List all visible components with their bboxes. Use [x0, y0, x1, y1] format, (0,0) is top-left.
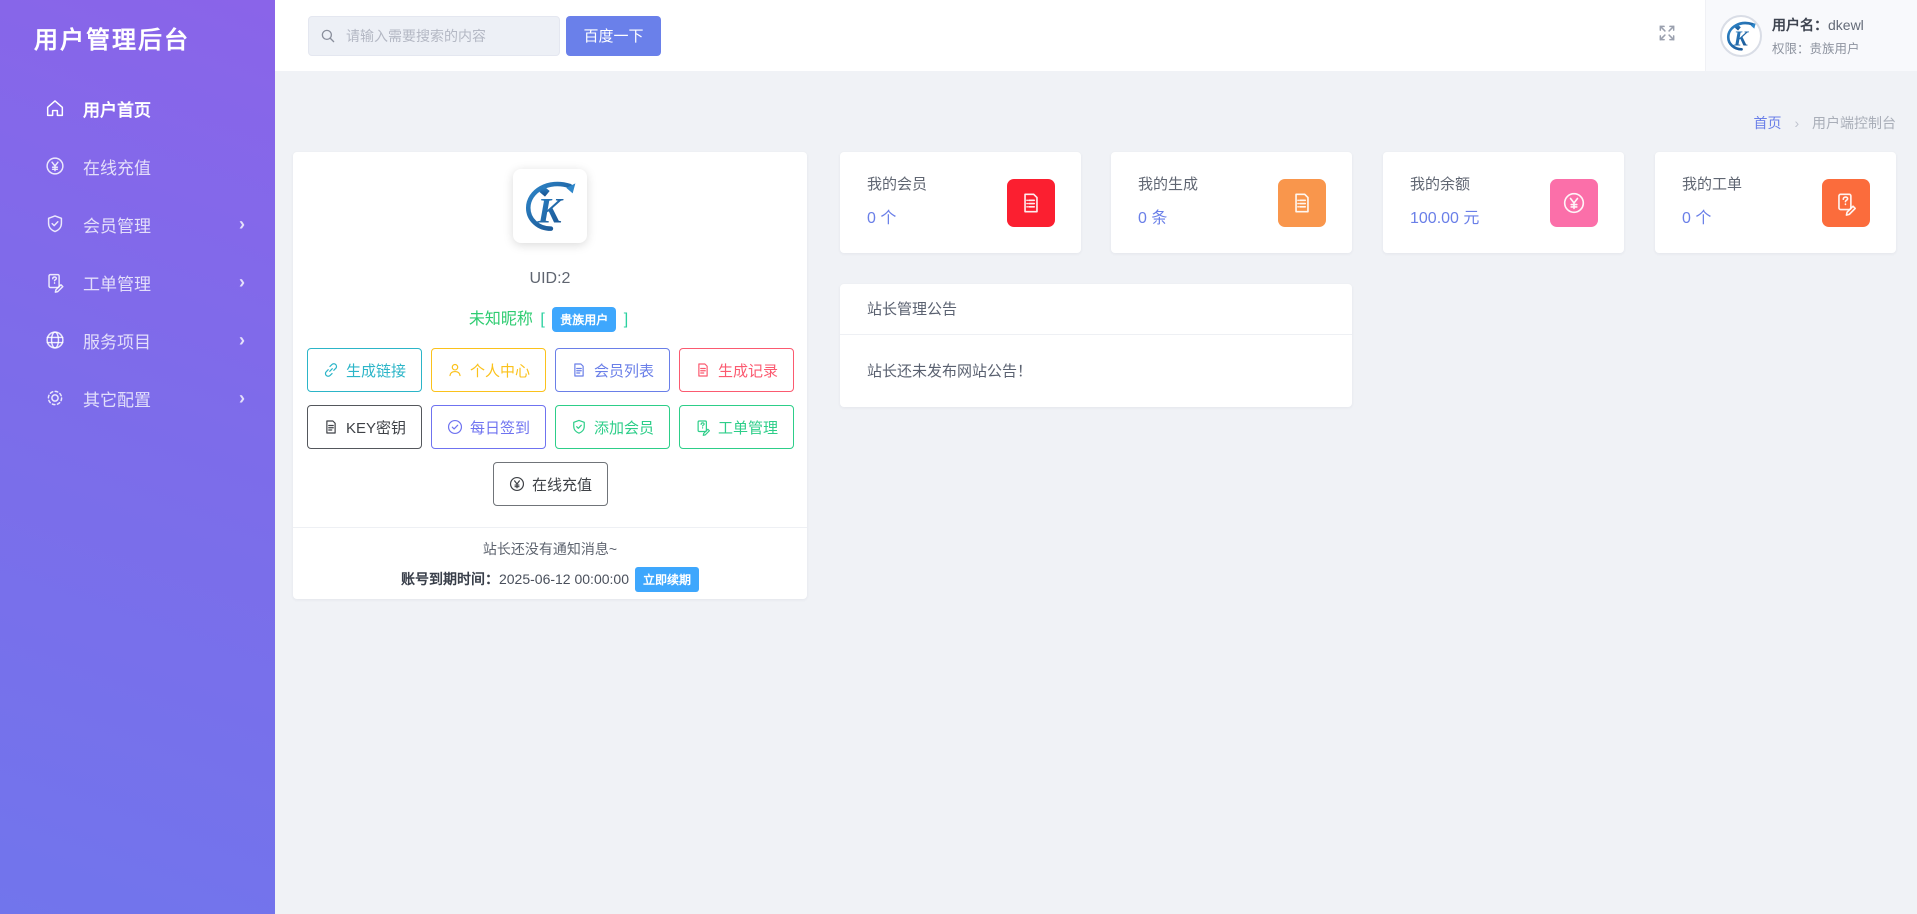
- daily-checkin-button[interactable]: 每日签到: [431, 405, 546, 449]
- sidebar-nav: 用户首页 在线充值 会员管理 › 工单管理 › 服务项目: [0, 79, 275, 427]
- yen-circle-icon: [1550, 179, 1598, 227]
- ticket-edit-icon: [1822, 179, 1870, 227]
- bracket-close: ]: [624, 311, 628, 328]
- app-title: 用户管理后台: [0, 0, 275, 55]
- stat-value: 0 条: [1138, 204, 1167, 228]
- bracket-open: [: [540, 311, 544, 328]
- member-list-button[interactable]: 会员列表: [555, 348, 670, 392]
- personal-center-button[interactable]: 个人中心: [431, 348, 546, 392]
- stat-value: 0 个: [867, 204, 896, 228]
- sidebar-item-label: 工单管理: [83, 270, 151, 295]
- sidebar-item-label: 会员管理: [83, 212, 151, 237]
- renew-button[interactable]: 立即续期: [635, 567, 699, 592]
- announcement-title: 站长管理公告: [840, 284, 1352, 335]
- sidebar-item-tickets[interactable]: 工单管理 ›: [0, 253, 275, 311]
- announcement-card: 站长管理公告 站长还未发布网站公告！: [840, 284, 1352, 407]
- link-icon: [322, 361, 340, 379]
- role-badge: 贵族用户: [552, 307, 616, 332]
- chevron-right-icon: ›: [239, 273, 245, 291]
- sidebar-item-recharge[interactable]: 在线充值: [0, 137, 275, 195]
- search-box: [308, 16, 560, 56]
- add-member-button[interactable]: 添加会员: [555, 405, 670, 449]
- sidebar-item-settings[interactable]: 其它配置 ›: [0, 369, 275, 427]
- breadcrumb-separator: ›: [1794, 115, 1799, 131]
- search-input[interactable]: [346, 28, 546, 44]
- user-uid: UID:2: [293, 270, 807, 288]
- stat-value: 100.00 元: [1410, 204, 1479, 228]
- ticket-edit-icon: [44, 271, 66, 293]
- sidebar: 用户管理后台 用户首页 在线充值 会员管理 › 工单管理 ›: [0, 0, 275, 914]
- search-icon: [319, 27, 337, 45]
- user-panel[interactable]: K 用户名：dkewl 权限：贵族用户: [1705, 0, 1917, 71]
- avatar: K: [1720, 15, 1762, 57]
- sidebar-item-label: 其它配置: [83, 386, 151, 411]
- svg-text:K: K: [1733, 26, 1750, 50]
- nickname-row: 未知昵称 [ 贵族用户 ]: [293, 305, 807, 332]
- document-list-icon: [1007, 179, 1055, 227]
- user-name: 用户名：dkewl: [1772, 15, 1864, 35]
- online-recharge-button[interactable]: 在线充值: [493, 462, 608, 506]
- svg-text:K: K: [536, 190, 564, 230]
- ticket-edit-icon: [694, 418, 712, 436]
- breadcrumb-home-link[interactable]: 首页: [1754, 115, 1782, 131]
- search-button[interactable]: 百度一下: [566, 16, 661, 56]
- breadcrumb-current: 用户端控制台: [1812, 115, 1896, 131]
- stat-label: 我的生成: [1138, 173, 1198, 194]
- yen-circle-icon: [44, 155, 66, 177]
- account-expiry: 账号到期时间：2025-06-12 00:00:00 立即续期: [293, 567, 807, 592]
- sidebar-item-home[interactable]: 用户首页: [0, 79, 275, 137]
- stat-label: 我的余额: [1410, 173, 1470, 194]
- stat-card-members: 我的会员 0 个: [840, 152, 1081, 253]
- document-icon: [694, 361, 712, 379]
- chevron-right-icon: ›: [239, 331, 245, 349]
- action-buttons: 生成链接 个人中心 会员列表 生成记录 KEY密钥 每日签到: [307, 348, 794, 506]
- expiry-label: 账号到期时间：: [401, 571, 499, 587]
- main-content: 首页 › 用户端控制台 K UID:2 未知昵称 [ 贵族用户 ] 生: [275, 71, 1917, 914]
- stat-label: 我的会员: [867, 173, 927, 194]
- sidebar-item-members[interactable]: 会员管理 ›: [0, 195, 275, 253]
- profile-card-footer: 站长还没有通知消息~ 账号到期时间：2025-06-12 00:00:00 立即续…: [293, 527, 807, 599]
- document-list-icon: [1278, 179, 1326, 227]
- chevron-right-icon: ›: [239, 389, 245, 407]
- profile-card: K UID:2 未知昵称 [ 贵族用户 ] 生成链接 个人中心 会员列表: [293, 152, 807, 599]
- shield-check-icon: [44, 213, 66, 235]
- stat-value: 0 个: [1682, 204, 1711, 228]
- stat-card-balance: 我的余额 100.00 元: [1383, 152, 1624, 253]
- document-icon: [570, 361, 588, 379]
- topbar-right: K 用户名：dkewl 权限：贵族用户: [1657, 0, 1917, 71]
- topbar: 百度一下 K 用户名：dkewl: [275, 0, 1917, 71]
- ticket-manage-button[interactable]: 工单管理: [679, 405, 794, 449]
- home-icon: [44, 97, 66, 119]
- user-icon: [446, 361, 464, 379]
- sidebar-item-label: 在线充值: [83, 154, 151, 179]
- notice-text: 站长还没有通知消息~: [293, 539, 807, 559]
- fullscreen-icon[interactable]: [1657, 23, 1677, 48]
- stat-card-tickets: 我的工单 0 个: [1655, 152, 1896, 253]
- stat-label: 我的工单: [1682, 173, 1742, 194]
- check-circle-icon: [446, 418, 464, 436]
- sidebar-item-services[interactable]: 服务项目 ›: [0, 311, 275, 369]
- breadcrumb: 首页 › 用户端控制台: [1754, 113, 1896, 133]
- document-icon: [322, 418, 340, 436]
- sidebar-item-label: 服务项目: [83, 328, 151, 353]
- generate-link-button[interactable]: 生成链接: [307, 348, 422, 392]
- globe-icon: [44, 329, 66, 351]
- site-logo: K: [513, 169, 587, 243]
- gear-icon: [44, 387, 66, 409]
- shield-check-icon: [570, 418, 588, 436]
- yen-circle-icon: [508, 475, 526, 493]
- nickname: 未知昵称: [469, 311, 533, 328]
- user-meta: 用户名：dkewl 权限：贵族用户: [1772, 15, 1864, 57]
- key-secret-button[interactable]: KEY密钥: [307, 405, 422, 449]
- sidebar-item-label: 用户首页: [83, 96, 151, 121]
- generation-records-button[interactable]: 生成记录: [679, 348, 794, 392]
- expiry-value: 2025-06-12 00:00:00: [499, 571, 629, 587]
- stat-card-generations: 我的生成 0 条: [1111, 152, 1352, 253]
- user-role: 权限：贵族用户: [1772, 38, 1864, 57]
- chevron-right-icon: ›: [239, 215, 245, 233]
- announcement-body: 站长还未发布网站公告！: [840, 335, 1352, 406]
